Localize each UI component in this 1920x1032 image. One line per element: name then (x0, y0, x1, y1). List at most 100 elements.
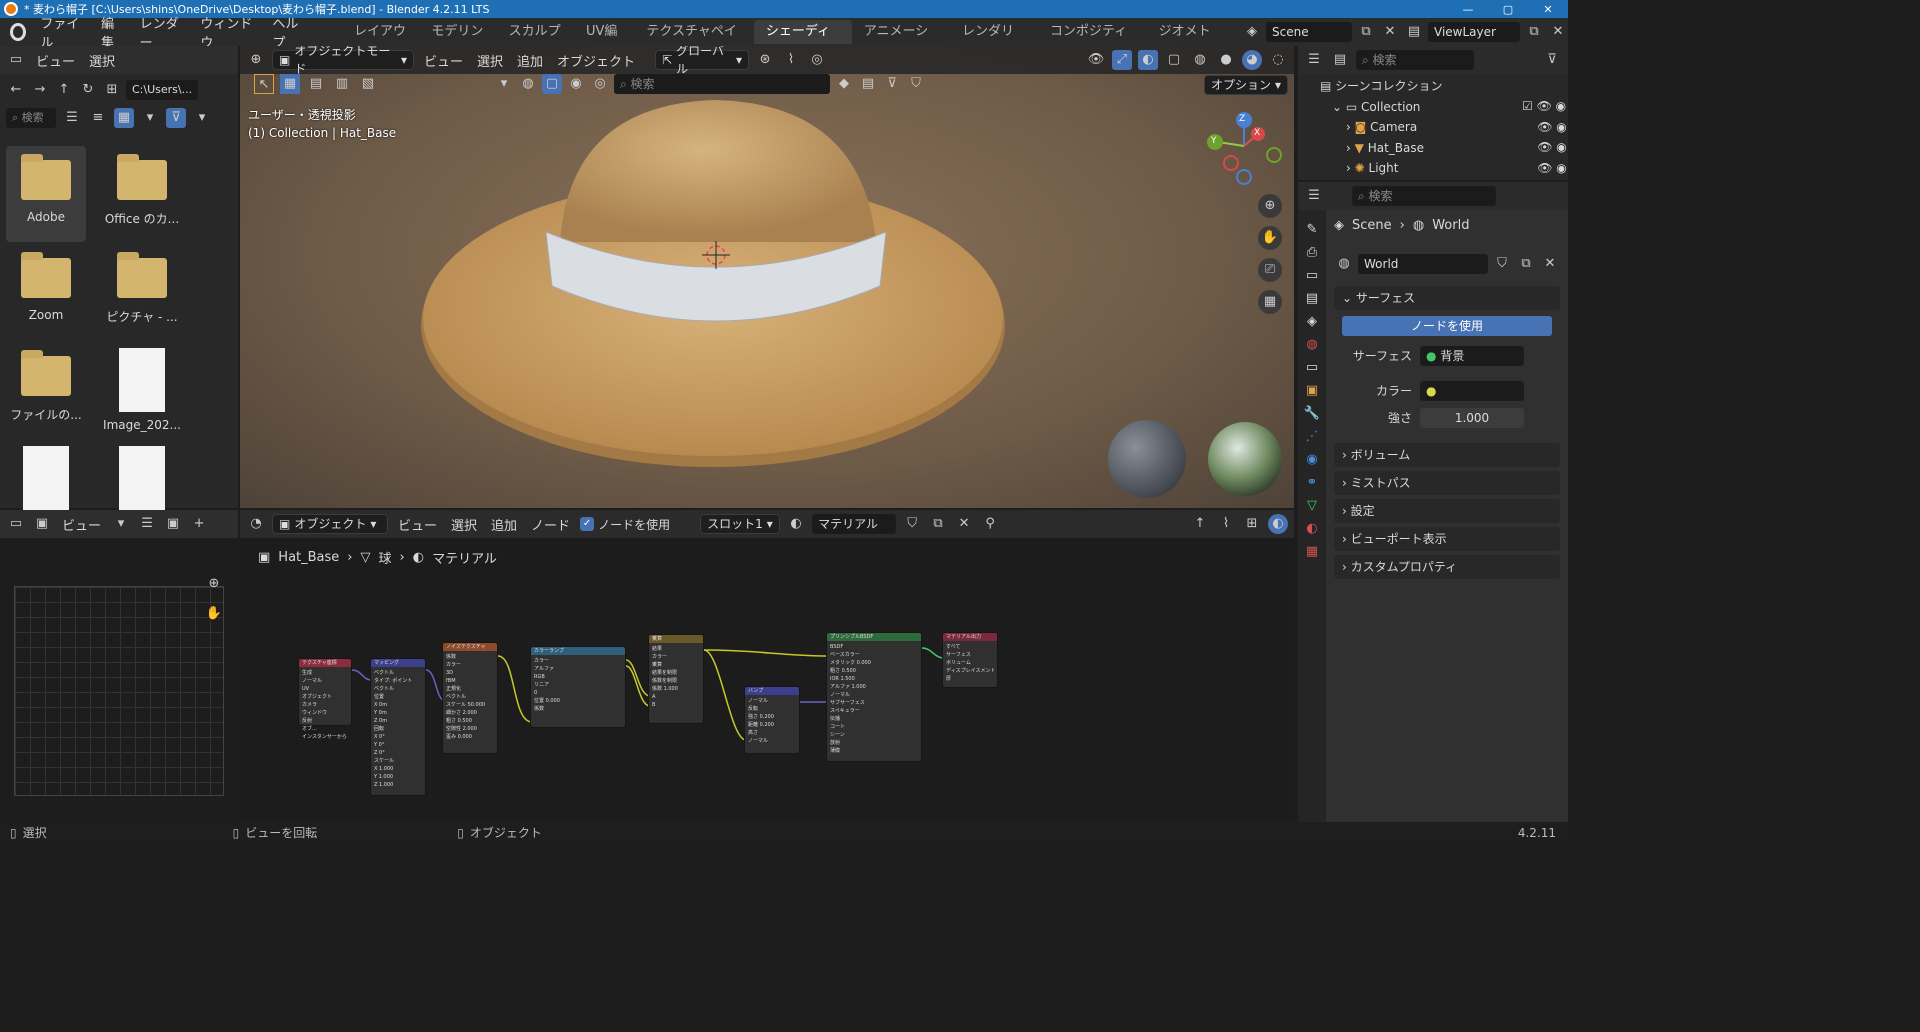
hdri-icon[interactable]: ◉ (566, 74, 586, 94)
object-tab-icon[interactable]: ▣ (1306, 383, 1318, 398)
fb-menu-view[interactable]: ビュー (32, 51, 79, 70)
ie-menu-view[interactable]: ビュー (58, 515, 105, 534)
path-field[interactable]: C:\Users\... (126, 80, 198, 100)
world-tab-icon[interactable]: ◍ (1306, 337, 1317, 352)
solid-shading-icon[interactable]: ● (1216, 50, 1236, 70)
render-pass-icon[interactable]: ◍ (518, 74, 538, 94)
list-view-icon[interactable]: ☰ (62, 108, 82, 128)
settings-section-header[interactable]: › 設定 (1334, 499, 1560, 523)
hat-base-row[interactable]: › ▼ Hat_Base (1320, 138, 1443, 159)
collection-row[interactable]: ⌄ ▭ Collection (1320, 97, 1443, 118)
gizmo-y-label[interactable]: Y (1211, 136, 1217, 146)
scene-tab-icon[interactable]: ◈ (1307, 314, 1317, 329)
scene-collection-row[interactable]: ▤ シーンコレクション (1320, 76, 1443, 97)
select-box-icon[interactable]: ▦ (280, 74, 300, 94)
fb-search-input[interactable]: ⌕ 検索 (6, 108, 56, 128)
node-principled-bsdf[interactable]: プリンシプルBSDF BSDF ベースカラー メタリック 0.000 粗さ 0.500 I… (826, 632, 922, 762)
filter-dropdown-icon[interactable]: ▾ (494, 74, 514, 94)
data-tab-icon[interactable]: ▽ (1307, 498, 1317, 513)
outliner-search-input[interactable]: ⌕ 検索 (1356, 50, 1474, 70)
tab-uv-editing[interactable]: UV編集 (574, 20, 634, 63)
texture-tab-icon[interactable]: ▦ (1306, 544, 1318, 559)
ie-image-browse-icon[interactable]: ▣ (163, 514, 183, 534)
node-color-ramp[interactable]: カラーランプ カラー アルファ RGB リニア 0 位置 0.000 係数 (530, 646, 626, 728)
ie-pan-icon[interactable]: ✋ (204, 604, 224, 624)
gizmo-x-label[interactable]: X (1254, 128, 1260, 138)
node-mapping[interactable]: マッピング ベクトル タイプ: ポイント ベクトル 位置 X 0m Y 0m Z 0m 回転 X … (370, 658, 426, 796)
eye-icon[interactable]: ☑ 👁 ◉ (1522, 96, 1567, 117)
new-scene-icon[interactable]: ⧉ (1356, 22, 1376, 42)
object-type-icon[interactable]: ▢ (542, 74, 562, 94)
editor-type-icon[interactable]: ☰ (1304, 186, 1324, 206)
ie-dropdown-icon[interactable]: ▾ (111, 514, 131, 534)
world-name-field[interactable]: World (1358, 254, 1488, 274)
tweak-tool-icon[interactable]: ↖ (254, 74, 274, 94)
display-mode-icon[interactable]: ▤ (1330, 50, 1350, 70)
close-button[interactable]: ✕ (1528, 3, 1568, 16)
filter-icon[interactable]: ⊽ (166, 108, 186, 128)
fb-menu-select[interactable]: 選択 (85, 51, 119, 70)
mist-section-header[interactable]: › ミストパス (1334, 471, 1560, 495)
modifier-tab-icon[interactable]: 🔧 (1304, 406, 1320, 421)
overlay-toggle-icon[interactable]: ◐ (1138, 50, 1158, 70)
visibility-icon[interactable]: 👁 (1086, 50, 1106, 70)
pivot-icon[interactable]: ⊛ (755, 50, 775, 70)
funnel-icon[interactable]: ⊽ (882, 74, 902, 94)
minimize-button[interactable]: — (1448, 3, 1488, 16)
surface-section-header[interactable]: ⌄ サーフェス (1334, 286, 1560, 310)
file-item[interactable]: ファイルの... (6, 342, 86, 438)
camera-row[interactable]: › ◙ Camera (1320, 117, 1443, 138)
thumbnail-view-icon[interactable]: ▦ (114, 108, 134, 128)
ortho-grid-icon[interactable]: ▦ (1258, 290, 1282, 314)
filter-options-icon[interactable]: ▾ (192, 108, 212, 128)
viewlayer-icon[interactable]: ▤ (1404, 22, 1424, 42)
delete-scene-icon[interactable]: ✕ (1380, 22, 1400, 42)
wireframe-shading-icon[interactable]: ◍ (1190, 50, 1210, 70)
image-icon[interactable]: ▣ (32, 514, 52, 534)
world-duplicate-icon[interactable]: ⧉ (1516, 254, 1536, 274)
orientation-dropdown[interactable]: ⇱ グローバル ▾ (655, 46, 750, 76)
file-item[interactable]: Image_202... (102, 342, 182, 438)
vp-menu-select[interactable]: 選択 (473, 51, 507, 70)
tool-tab-icon[interactable]: ✎ (1307, 222, 1318, 237)
properties-search-input[interactable]: ⌕ 検索 (1352, 186, 1496, 206)
tab-animation[interactable]: アニメーション (852, 20, 950, 63)
file-item[interactable]: Zoom (6, 244, 86, 340)
color-field[interactable]: ● (1420, 380, 1524, 401)
material-tab-icon[interactable]: ◐ (1306, 521, 1317, 536)
select-invert-icon[interactable]: ▧ (358, 74, 378, 94)
strength-field[interactable]: 1.000 (1420, 407, 1524, 428)
vp-menu-object[interactable]: オブジェクト (553, 51, 639, 70)
ie-zoom-icon[interactable]: ⊕ (204, 574, 224, 594)
particles-tab-icon[interactable]: ⋰ (1306, 429, 1319, 444)
view-layer-tab-icon[interactable]: ▤ (1306, 291, 1318, 306)
node-bump[interactable]: バンプ ノーマル 反転 強さ 0.200 距離 0.200 高さ ノーマル (744, 686, 800, 754)
refresh-icon[interactable]: ↻ (78, 80, 98, 100)
output-tab-icon[interactable]: ▭ (1306, 268, 1318, 283)
world-unlink-icon[interactable]: ✕ (1540, 254, 1560, 274)
bookmark-icon[interactable]: ◆ (834, 74, 854, 94)
light-icon[interactable]: ◎ (590, 74, 610, 94)
tab-sculpting[interactable]: スカルプト (497, 20, 574, 63)
parent-dir-icon[interactable]: ↑ (54, 80, 74, 100)
scene-icon[interactable]: ◈ (1242, 22, 1262, 42)
maximize-button[interactable]: ▢ (1488, 3, 1528, 16)
pan-hand-icon[interactable]: ✋ (1258, 226, 1282, 250)
render-tab-icon[interactable]: ⎙ (1307, 245, 1317, 260)
node-noise-texture[interactable]: ノイズテクスチャ 係数 カラー 3D fBM 正規化 ベクトル スケール 50.000 細かさ … (442, 642, 498, 754)
forward-icon[interactable]: → (30, 80, 50, 100)
tab-texture-paint[interactable]: テクスチャペイント (634, 20, 754, 63)
zoom-icon[interactable]: ⊕ (1258, 194, 1282, 218)
tab-shading[interactable]: シェーディング (753, 20, 852, 63)
node-material-output[interactable]: マテリアル出力 すべて サーフェス ボリューム ディスプレイスメント厚 (942, 632, 998, 688)
eye-icon[interactable]: 👁 ◉ (1522, 137, 1567, 158)
tab-compositing[interactable]: コンポジティング (1038, 20, 1147, 63)
node-multiply[interactable]: 乗算 結果 カラー 乗算 結果を制限 係数を制限 係数 1.000 A B (648, 634, 704, 724)
image-canvas[interactable] (14, 586, 224, 796)
select-extend-icon[interactable]: ▤ (306, 74, 326, 94)
eye-icon[interactable]: 👁 ◉ (1522, 117, 1567, 138)
world-fake-user-icon[interactable]: ⛉ (1492, 254, 1512, 274)
editor-type-icon[interactable]: ☰ (1304, 50, 1324, 70)
camera-view-icon[interactable]: ⎚ (1258, 258, 1282, 282)
volume-section-header[interactable]: › ボリューム (1334, 443, 1560, 467)
